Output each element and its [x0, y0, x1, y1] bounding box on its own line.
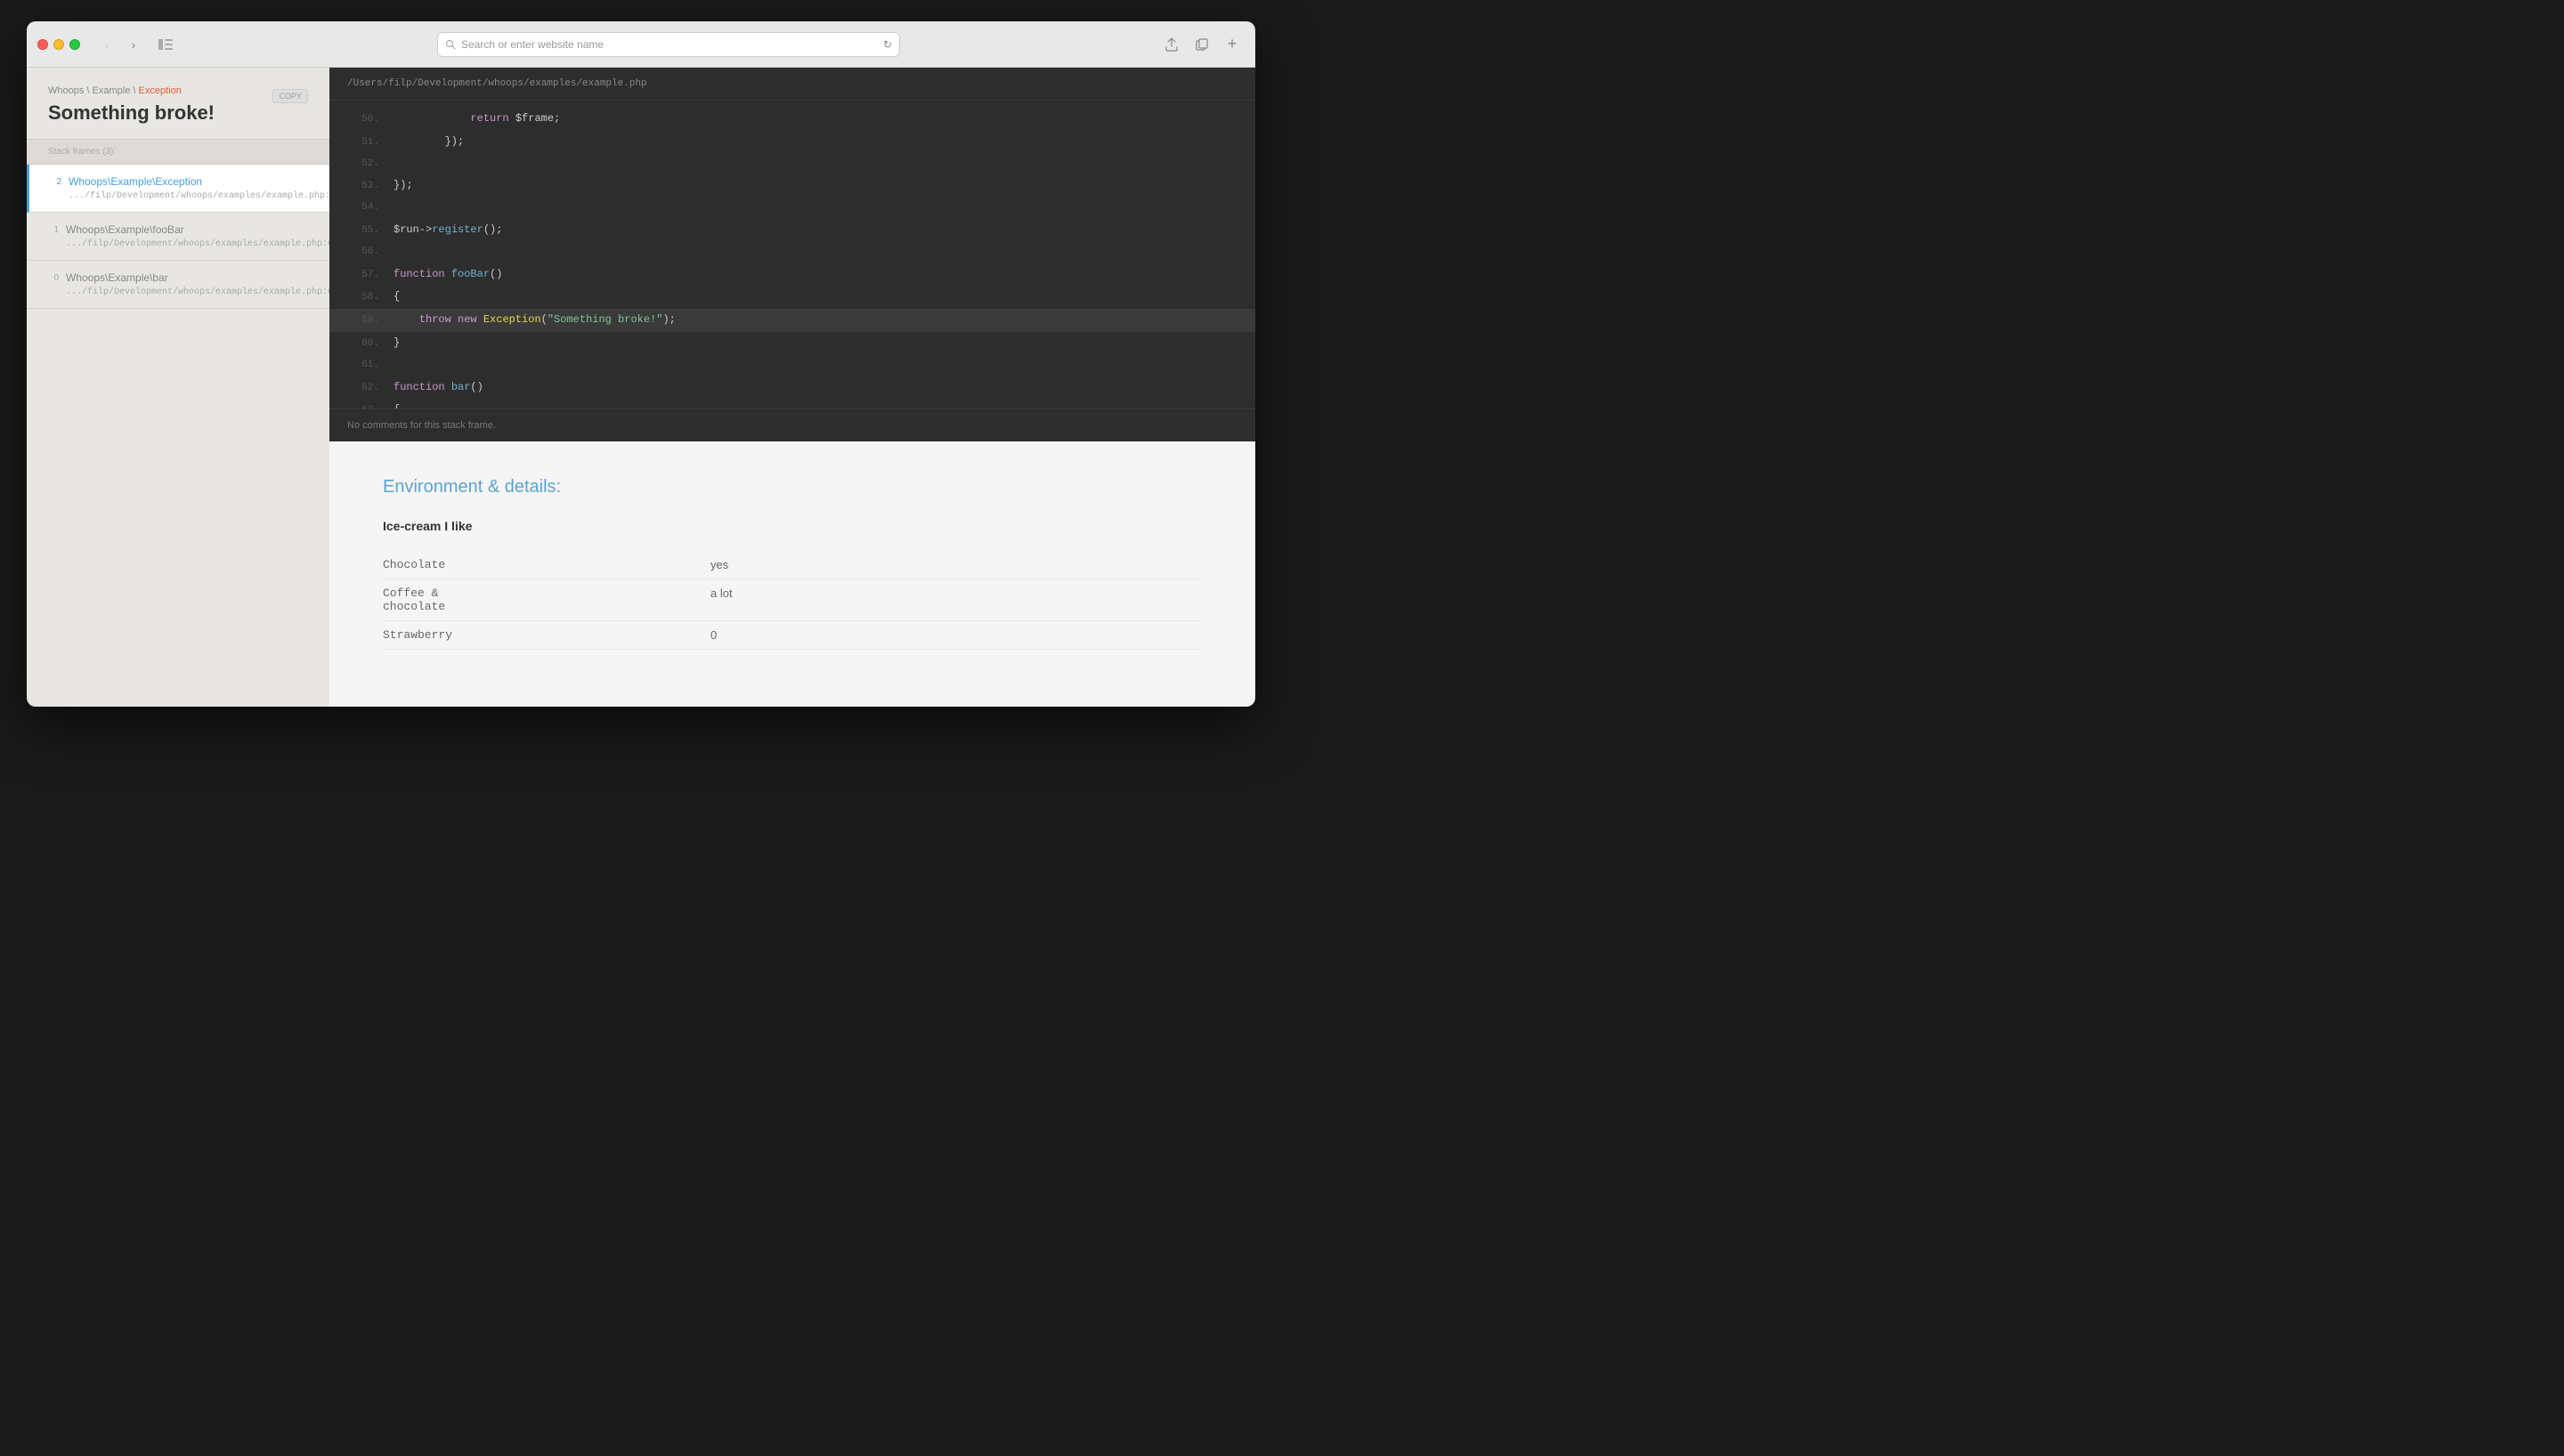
- code-line-53: 53. });: [329, 174, 1255, 198]
- address-bar-container: Search or enter website name ↻: [185, 32, 1152, 57]
- browser-window: ‹ › Search or enter website name ↻: [27, 21, 1255, 707]
- env-value-coffee: a lot: [710, 579, 1202, 621]
- breadcrumb: Whoops \ Example \ Exception: [48, 85, 308, 96]
- copy-button[interactable]: COPY: [272, 89, 308, 103]
- frame-2-number: 2: [51, 177, 61, 187]
- code-line-51: 51. });: [329, 131, 1255, 154]
- env-key-strawberry: Strawberry: [383, 621, 710, 650]
- frame-1-class: Whoops\Example\fooBar: [66, 223, 184, 236]
- env-row-strawberry: Strawberry 0: [383, 621, 1202, 650]
- frame-0-path: .../filp/Development/whoops/examples/exa…: [48, 287, 308, 297]
- code-line-62: 62. function bar(): [329, 376, 1255, 400]
- environment-title: Environment & details:: [383, 477, 1202, 497]
- environment-table: Chocolate yes Coffee &chocolate a lot St…: [383, 551, 1202, 650]
- close-button[interactable]: [37, 39, 48, 50]
- code-line-58: 58. {: [329, 286, 1255, 309]
- sidebar-toggle-button[interactable]: [153, 32, 178, 57]
- frame-2-header: 2 Whoops\Example\Exception: [51, 175, 308, 188]
- frame-1-header: 1 Whoops\Example\fooBar: [48, 223, 308, 236]
- sidebar-header: COPY Whoops \ Example \ Exception Someth…: [27, 68, 329, 139]
- exception-title: Something broke!: [48, 101, 308, 125]
- nav-buttons: ‹ ›: [94, 32, 146, 57]
- env-section-title: Ice-cream I like: [383, 519, 1202, 540]
- sidebar: COPY Whoops \ Example \ Exception Someth…: [27, 68, 329, 707]
- env-value-strawberry: 0: [710, 621, 1202, 650]
- maximize-button[interactable]: [69, 39, 80, 50]
- stack-frame-0[interactable]: 0 Whoops\Example\bar .../filp/Developmen…: [27, 261, 329, 309]
- minimize-button[interactable]: [53, 39, 64, 50]
- env-row-chocolate: Chocolate yes: [383, 551, 1202, 579]
- traffic-lights: [37, 39, 80, 50]
- frame-0-class: Whoops\Example\bar: [66, 271, 168, 284]
- env-value-chocolate: yes: [710, 551, 1202, 579]
- code-line-56: 56.: [329, 242, 1255, 263]
- frame-0-number: 0: [48, 273, 59, 283]
- environment-section: Ice-cream I like Chocolate yes Coffee &c…: [383, 519, 1202, 650]
- code-file-path: /Users/filp/Development/whoops/examples/…: [329, 68, 1255, 101]
- code-panel: /Users/filp/Development/whoops/examples/…: [329, 68, 1255, 441]
- titlebar-actions: +: [1159, 32, 1245, 57]
- code-line-55: 55. $run->register();: [329, 219, 1255, 242]
- stack-frame-2[interactable]: 2 Whoops\Example\Exception .../filp/Deve…: [27, 165, 329, 213]
- code-line-57: 57. function fooBar(): [329, 263, 1255, 287]
- main-content: COPY Whoops \ Example \ Exception Someth…: [27, 68, 1255, 707]
- share-button[interactable]: [1159, 32, 1184, 57]
- address-bar[interactable]: Search or enter website name ↻: [437, 32, 900, 57]
- stack-frames-header: Stack frames (3):: [27, 139, 329, 165]
- env-key-coffee: Coffee &chocolate: [383, 579, 710, 621]
- code-line-60: 60. }: [329, 332, 1255, 355]
- add-tab-button[interactable]: +: [1220, 32, 1245, 57]
- right-panel: /Users/filp/Development/whoops/examples/…: [329, 68, 1255, 707]
- address-bar-text: Search or enter website name: [461, 38, 878, 51]
- search-icon: [445, 39, 456, 50]
- env-key-chocolate: Chocolate: [383, 551, 710, 579]
- code-line-61: 61.: [329, 355, 1255, 376]
- frame-2-path: .../filp/Development/whoops/examples/exa…: [51, 191, 308, 201]
- frame-1-path: .../filp/Development/whoops/examples/exa…: [48, 239, 308, 249]
- code-line-63: 63. {: [329, 399, 1255, 408]
- stack-frames-list: 2 Whoops\Example\Exception .../filp/Deve…: [27, 165, 329, 707]
- breadcrumb-prefix: Whoops \ Example \: [48, 85, 135, 96]
- code-content[interactable]: 50. return $frame; 51. }); 52. 53.: [329, 101, 1255, 408]
- titlebar: ‹ › Search or enter website name ↻: [27, 21, 1255, 68]
- refresh-button[interactable]: ↻: [883, 38, 892, 51]
- environment-panel[interactable]: Environment & details: Ice-cream I like …: [329, 441, 1255, 707]
- duplicate-button[interactable]: [1189, 32, 1214, 57]
- stack-frame-1[interactable]: 1 Whoops\Example\fooBar .../filp/Develop…: [27, 213, 329, 261]
- code-line-52: 52.: [329, 154, 1255, 175]
- code-line-59: 59. throw new Exception("Something broke…: [329, 309, 1255, 332]
- back-button[interactable]: ‹: [94, 32, 119, 57]
- frame-1-number: 1: [48, 225, 59, 235]
- code-line-50: 50. return $frame;: [329, 108, 1255, 131]
- forward-button[interactable]: ›: [121, 32, 146, 57]
- frame-0-header: 0 Whoops\Example\bar: [48, 271, 308, 284]
- env-row-coffee: Coffee &chocolate a lot: [383, 579, 1202, 621]
- breadcrumb-exception: Exception: [139, 85, 182, 96]
- code-comments: No comments for this stack frame.: [329, 408, 1255, 441]
- code-line-54: 54.: [329, 198, 1255, 219]
- frame-2-class: Whoops\Example\Exception: [69, 175, 202, 188]
